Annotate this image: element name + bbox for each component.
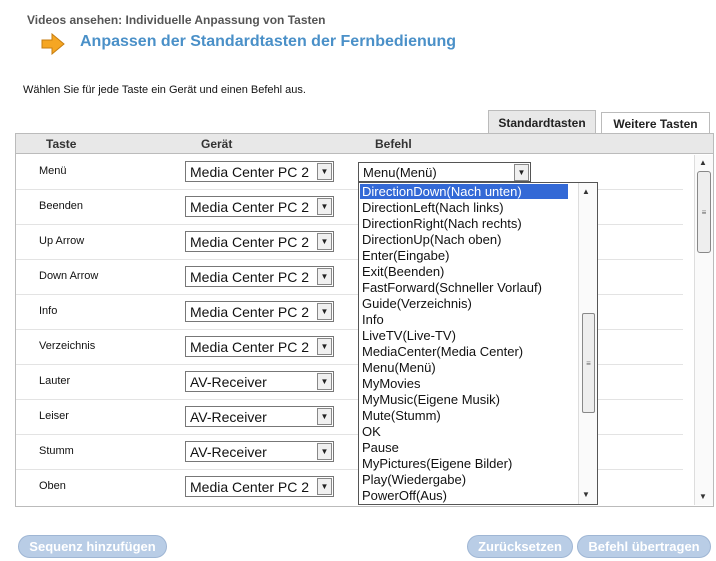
scroll-down-icon[interactable]: ▼ [582,490,590,499]
row-key-label: Up Arrow [39,235,85,247]
chevron-down-icon[interactable]: ▼ [317,268,332,285]
device-select-value: Media Center PC 2 [190,198,310,215]
device-select[interactable]: Media Center PC 2 ▼ [185,476,334,497]
command-option[interactable]: PowerOff(Aus) [362,488,447,503]
command-option[interactable]: MyPictures(Eigene Bilder) [362,456,512,471]
arrow-right-icon [41,33,65,55]
scroll-down-icon[interactable]: ▼ [699,492,707,501]
chevron-down-icon[interactable]: ▼ [317,163,332,180]
row-key-label: Oben [39,480,66,492]
row-key-label: Down Arrow [39,270,99,282]
command-option[interactable]: Mute(Stumm) [362,408,441,423]
command-option[interactable]: FastForward(Schneller Vorlauf) [362,280,542,295]
command-option[interactable]: Menu(Menü) [362,360,436,375]
command-select-value: Menu(Menü) [363,164,437,180]
chevron-down-icon[interactable]: ▼ [317,408,332,425]
command-option[interactable]: MediaCenter(Media Center) [362,344,523,359]
row-key-label: Lauter [39,375,71,387]
command-option[interactable]: LiveTV(Live-TV) [362,328,456,343]
breadcrumb: Videos ansehen: Individuelle Anpassung v… [27,13,326,27]
scroll-thumb[interactable]: ≡ [582,313,595,413]
device-select-value: Media Center PC 2 [190,163,310,180]
chevron-down-icon[interactable]: ▼ [317,233,332,250]
add-sequence-button[interactable]: Sequenz hinzufügen [18,535,167,558]
chevron-down-icon[interactable]: ▼ [317,198,332,215]
device-select[interactable]: AV-Receiver ▼ [185,441,334,462]
chevron-down-icon[interactable]: ▼ [317,373,332,390]
device-select[interactable]: AV-Receiver ▼ [185,406,334,427]
device-select-value: Media Center PC 2 [190,303,310,320]
command-option[interactable]: Info [362,312,384,327]
instruction-text: Wählen Sie für jede Taste ein Gerät und … [23,84,306,96]
device-select[interactable]: AV-Receiver ▼ [185,371,334,392]
command-option[interactable]: Play(Wiedergabe) [362,472,466,487]
command-option[interactable]: Exit(Beenden) [362,264,444,279]
command-option[interactable]: Enter(Eingabe) [362,248,449,263]
chevron-down-icon[interactable]: ▼ [317,338,332,355]
reset-button[interactable]: Zurücksetzen [467,535,573,558]
listbox-scrollbar[interactable]: ▲ ≡ ▼ [578,183,597,504]
device-select[interactable]: Media Center PC 2 ▼ [185,231,334,252]
command-option[interactable]: MyMusic(Eigene Musik) [362,392,500,407]
command-option[interactable]: DirectionDown(Nach unten) [360,184,568,199]
command-option[interactable]: Pause [362,440,399,455]
scroll-thumb[interactable]: ≡ [697,171,711,253]
row-key-label: Verzeichnis [39,340,96,352]
device-select[interactable]: Media Center PC 2 ▼ [185,161,334,182]
apply-command-button[interactable]: Befehl übertragen [577,535,711,558]
device-select-value: Media Center PC 2 [190,233,310,250]
scroll-up-icon[interactable]: ▲ [582,187,590,196]
chevron-down-icon[interactable]: ▼ [317,443,332,460]
column-header-command: Befehl [375,137,412,151]
command-option[interactable]: Guide(Verzeichnis) [362,296,472,311]
scroll-up-icon[interactable]: ▲ [699,158,707,167]
tab-weitere-tasten[interactable]: Weitere Tasten [601,112,710,134]
column-header-key: Taste [46,137,77,151]
device-select[interactable]: Media Center PC 2 ▼ [185,301,334,322]
row-key-label: Info [39,305,58,317]
command-option[interactable]: OK [362,424,381,439]
device-select[interactable]: Media Center PC 2 ▼ [185,266,334,287]
chevron-down-icon[interactable]: ▼ [317,303,332,320]
panel-scrollbar[interactable]: ▲ ≡ ▼ [694,155,713,505]
command-option[interactable]: MyMovies [362,376,421,391]
chevron-down-icon[interactable]: ▼ [317,478,332,495]
page-title: Anpassen der Standardtasten der Fernbedi… [80,33,457,50]
device-select-value: Media Center PC 2 [190,478,310,495]
tab-standardtasten[interactable]: Standardtasten [488,110,596,134]
row-key-label: Stumm [39,445,74,457]
device-select[interactable]: Media Center PC 2 ▼ [185,196,334,217]
chevron-down-icon[interactable]: ▼ [514,164,529,181]
device-select[interactable]: Media Center PC 2 ▼ [185,336,334,357]
command-option[interactable]: DirectionLeft(Nach links) [362,200,504,215]
command-select[interactable]: Menu(Menü) ▼ [358,162,531,182]
row-key-label: Leiser [39,410,69,422]
command-listbox[interactable]: DirectionDown(Nach unten) DirectionLeft(N… [358,182,598,505]
device-select-value: Media Center PC 2 [190,268,310,285]
device-select-value: AV-Receiver [190,408,267,425]
table-header [15,133,714,154]
command-option[interactable]: DirectionUp(Nach oben) [362,232,501,247]
command-option[interactable]: DirectionRight(Nach rechts) [362,216,522,231]
row-key-label: Menü [39,165,67,177]
device-select-value: AV-Receiver [190,373,267,390]
column-header-device: Gerät [201,137,233,151]
row-key-label: Beenden [39,200,84,212]
device-select-value: Media Center PC 2 [190,338,310,355]
device-select-value: AV-Receiver [190,443,267,460]
